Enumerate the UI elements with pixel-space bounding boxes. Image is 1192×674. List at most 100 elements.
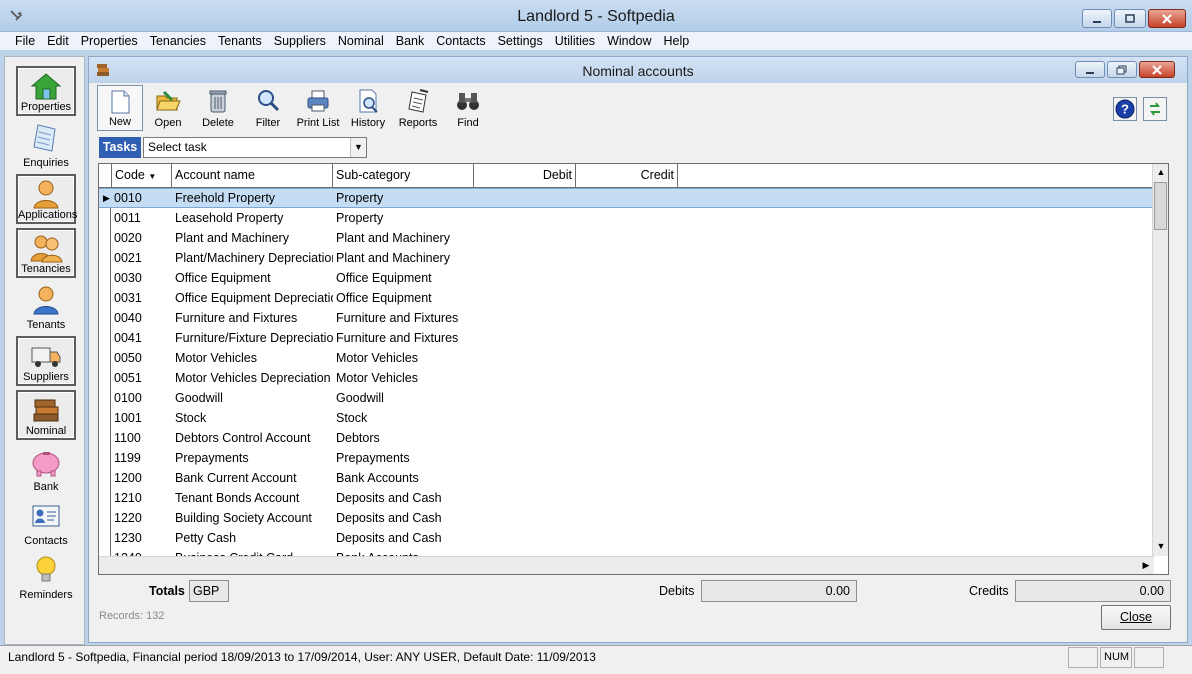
sidebar-item-bank[interactable]: Bank	[16, 444, 76, 494]
table-row[interactable]: 1220 Building Society Account Deposits and…	[99, 508, 1154, 528]
find-button[interactable]: Find	[445, 85, 491, 131]
books-icon	[33, 399, 59, 422]
cell-sub-category: Property	[336, 211, 384, 225]
column-header-credit[interactable]: Credit	[576, 164, 678, 187]
cell-code: 0030	[114, 271, 142, 285]
currency-field: GBP	[189, 580, 229, 602]
tasks-dropdown[interactable]: Select task ▼	[143, 137, 367, 158]
table-row[interactable]: 1240Business Credit CardBank Accounts	[99, 548, 1154, 556]
close-button[interactable]: Close	[1101, 605, 1171, 630]
table-row[interactable]: 0040 Furniture and Fixtures Furniture and …	[99, 308, 1154, 328]
history-button[interactable]: History	[345, 85, 391, 131]
piggy-bank-icon	[32, 452, 60, 477]
child-restore-button[interactable]	[1107, 61, 1137, 78]
refresh-icon	[1150, 102, 1160, 116]
column-header-debit[interactable]: Debit	[474, 164, 576, 187]
table-row[interactable]: 1230 Petty Cash Deposits and Cash	[99, 528, 1154, 548]
nominal-accounts-window: Nominal accounts New Open Delete Filter …	[88, 56, 1188, 643]
cell-account-name: Plant/Machinery Depreciation	[175, 251, 333, 265]
menu-nominal[interactable]: Nominal	[332, 32, 390, 50]
table-row[interactable]: 1199 Prepayments Prepayments	[99, 448, 1154, 468]
cell-code: 1210	[114, 491, 142, 505]
menu-suppliers[interactable]: Suppliers	[268, 32, 332, 50]
menu-help[interactable]: Help	[658, 32, 696, 50]
child-minimize-button[interactable]	[1075, 61, 1105, 78]
menu-file[interactable]: File	[0, 32, 41, 50]
table-row[interactable]: 0030 Office Equipment Office Equipment	[99, 268, 1154, 288]
table-row[interactable]: 1210 Tenant Bonds Account Deposits and Cas…	[99, 488, 1154, 508]
table-row[interactable]: 0100 Goodwill Goodwill	[99, 388, 1154, 408]
reports-button[interactable]: Reports	[395, 85, 441, 131]
cell-account-name: Stock	[175, 411, 207, 425]
binoculars-icon	[457, 93, 479, 110]
credits-total-field: 0.00	[1015, 580, 1171, 602]
sidebar-item-properties[interactable]: Properties	[16, 66, 76, 116]
column-header-sub-category[interactable]: Sub-category	[333, 164, 474, 187]
sidebar-item-applications[interactable]: Applications	[16, 174, 77, 224]
cell-code: 1230	[114, 531, 142, 545]
debits-label: Debits	[659, 584, 695, 598]
table-row[interactable]: ▶ 0010 Freehold Property Property	[99, 188, 1154, 208]
help-button[interactable]: ?	[1113, 97, 1137, 121]
table-row[interactable]: 0051 Motor Vehicles Depreciation Motor Veh…	[99, 368, 1154, 388]
truck-icon	[31, 347, 61, 367]
debits-total-field: 0.00	[701, 580, 857, 602]
restore-icon	[1125, 13, 1135, 23]
menu-properties[interactable]: Properties	[75, 32, 144, 50]
cell-account-name: Furniture and Fixtures	[175, 311, 298, 325]
sidebar-item-suppliers[interactable]: Suppliers	[16, 336, 76, 386]
accounts-grid: Code ▼ Account name Sub-category Debit C…	[98, 163, 1169, 575]
dropdown-arrow-icon[interactable]: ▼	[350, 138, 366, 157]
horizontal-scrollbar[interactable]: ▶	[99, 556, 1154, 574]
title-bar: Landlord 5 - Softpedia	[0, 0, 1192, 32]
child-title-bar: Nominal accounts	[89, 57, 1187, 83]
sidebar-item-reminders[interactable]: Reminders	[16, 552, 76, 602]
cell-code: 0050	[114, 351, 142, 365]
menu-utilities[interactable]: Utilities	[549, 32, 601, 50]
menu-tenants[interactable]: Tenants	[212, 32, 268, 50]
menu-settings[interactable]: Settings	[492, 32, 549, 50]
delete-button[interactable]: Delete	[195, 85, 241, 131]
menu-edit[interactable]: Edit	[41, 32, 75, 50]
refresh-button[interactable]	[1143, 97, 1167, 121]
cell-sub-category: Plant and Machinery	[336, 251, 450, 265]
menu-contacts[interactable]: Contacts	[430, 32, 491, 50]
filter-button[interactable]: Filter	[245, 85, 291, 131]
table-row[interactable]: 1200 Bank Current Account Bank Accounts	[99, 468, 1154, 488]
table-row[interactable]: 0050 Motor Vehicles Motor Vehicles	[99, 348, 1154, 368]
close-window-button[interactable]	[1148, 9, 1186, 28]
menu-bank[interactable]: Bank	[390, 32, 431, 50]
table-row[interactable]: 0041 Furniture/Fixture Depreciation Furnit…	[99, 328, 1154, 348]
sidebar-item-enquiries[interactable]: Enquiries	[16, 120, 76, 170]
vertical-scrollbar[interactable]: ▲ ▼	[1152, 164, 1168, 556]
open-button[interactable]: Open	[145, 85, 191, 131]
sidebar-item-tenants[interactable]: Tenants	[16, 282, 76, 332]
sidebar-label: Tenants	[26, 319, 66, 331]
print-list-button[interactable]: Print List	[295, 85, 341, 131]
table-row[interactable]: 0031 Office Equipment Depreciatio Office E…	[99, 288, 1154, 308]
new-button[interactable]: New	[97, 85, 143, 131]
table-row[interactable]: 1100 Debtors Control Account Debtors	[99, 428, 1154, 448]
sidebar-item-tenancies[interactable]: Tenancies	[16, 228, 76, 278]
sidebar-item-nominal[interactable]: Nominal	[16, 390, 76, 440]
table-row[interactable]: 1001 Stock Stock	[99, 408, 1154, 428]
scrollbar-thumb[interactable]	[1154, 182, 1167, 230]
column-header-account-name[interactable]: Account name	[172, 164, 333, 187]
table-row[interactable]: 0021 Plant/Machinery Depreciation Plant an…	[99, 248, 1154, 268]
scroll-up-icon[interactable]: ▲	[1153, 164, 1169, 180]
table-row[interactable]: 0011 Leasehold Property Property	[99, 208, 1154, 228]
tasks-label: Tasks	[99, 137, 141, 158]
sidebar: Properties Enquiries Applications Tenanc…	[4, 56, 85, 645]
scroll-right-icon[interactable]: ▶	[1138, 557, 1154, 573]
scroll-down-icon[interactable]: ▼	[1153, 538, 1169, 554]
maximize-button[interactable]	[1114, 9, 1146, 28]
menu-tenancies[interactable]: Tenancies	[144, 32, 212, 50]
sidebar-item-contacts[interactable]: Contacts	[16, 498, 76, 548]
column-header-code[interactable]: Code ▼	[112, 164, 172, 187]
cell-sub-category: Office Equipment	[336, 271, 432, 285]
table-row[interactable]: 0020 Plant and Machinery Plant and Machine…	[99, 228, 1154, 248]
minimize-button[interactable]	[1082, 9, 1112, 28]
menu-window[interactable]: Window	[601, 32, 657, 50]
cell-account-name: Leasehold Property	[175, 211, 284, 225]
child-close-button[interactable]	[1139, 61, 1175, 78]
